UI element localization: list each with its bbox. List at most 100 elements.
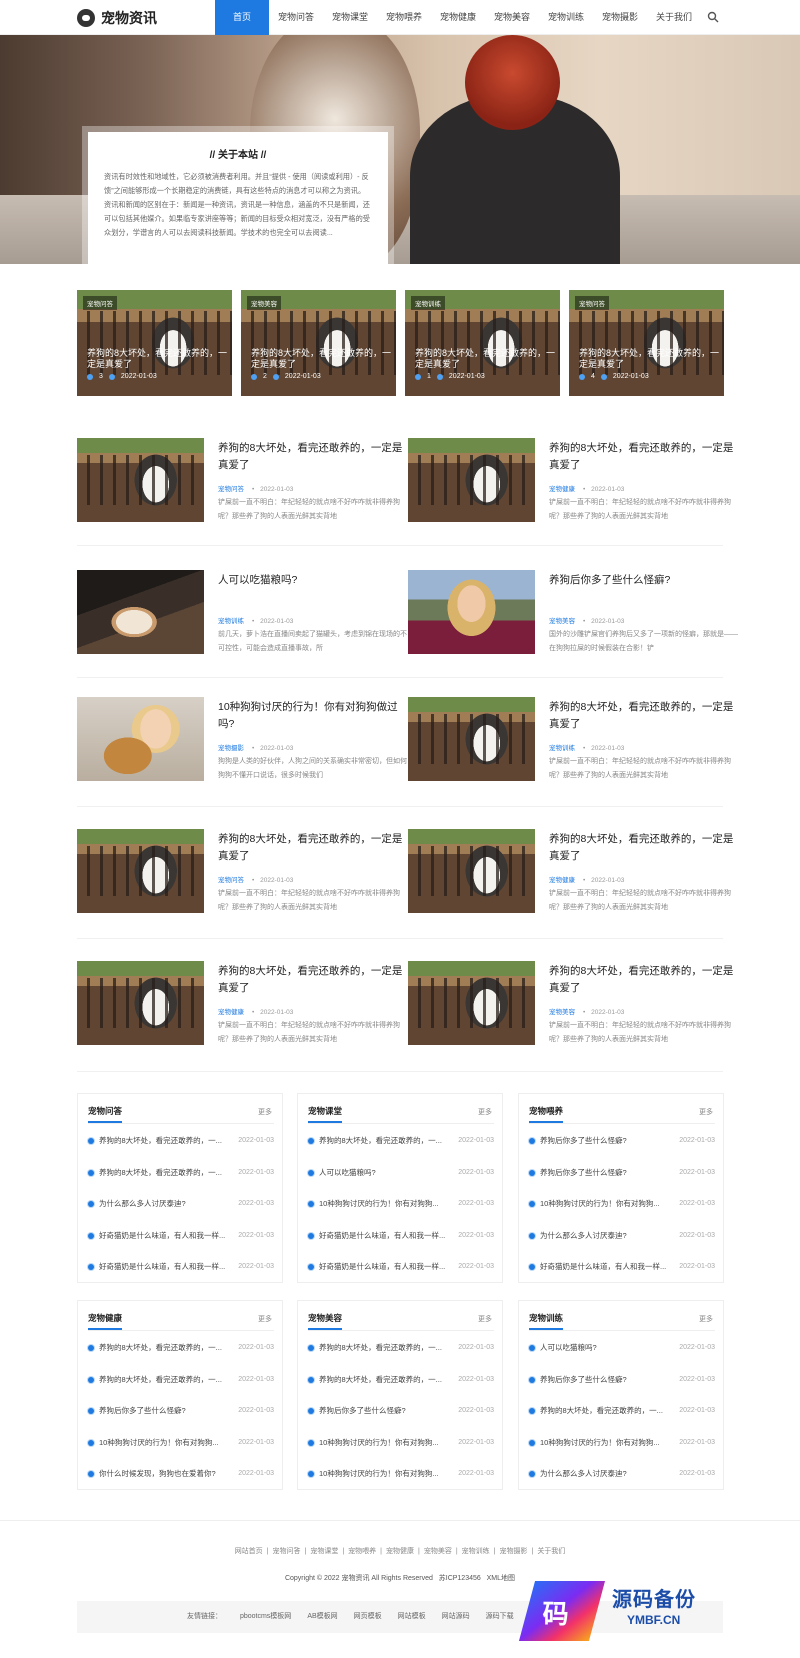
box-list-item[interactable]: 养狗后你多了些什么怪癖? 2022-01-03 [529, 1373, 715, 1387]
featured-card[interactable]: 宠物问答 养狗的8大坏处，看完还敢养的，一定是真爱了 4 2022-01-03 [569, 290, 724, 396]
box-list-item[interactable]: 养狗的8大坏处，看完还敢养的，一... 2022-01-03 [308, 1341, 494, 1355]
box-item-title[interactable]: 人可以吃猫粮吗? [319, 1166, 449, 1180]
box-item-title[interactable]: 养狗的8大坏处，看完还敢养的，一... [99, 1341, 229, 1355]
friend-link[interactable]: pbootcms模板网 [240, 1613, 291, 1620]
box-list-item[interactable]: 为什么那么多人讨厌泰迪? 2022-01-03 [529, 1467, 715, 1481]
nav-item[interactable]: 宠物问答 [269, 0, 323, 35]
box-item-title[interactable]: 好奇猫奶是什么味道，有人和我一样... [319, 1229, 449, 1243]
box-list-item[interactable]: 10种狗狗讨厌的行为！你有对狗狗... 2022-01-03 [529, 1436, 715, 1450]
footer-nav-link[interactable]: 宠物摄影 [499, 1548, 527, 1555]
article-title[interactable]: 养狗的8大坏处，看完还敢养的，一定是真爱了 [549, 831, 739, 865]
article-title[interactable]: 养狗的8大坏处，看完还敢养的，一定是真爱了 [549, 440, 739, 474]
nav-item[interactable]: 首页 [215, 0, 269, 35]
footer-nav-link[interactable]: 宠物训练 [462, 1548, 490, 1555]
box-list-item[interactable]: 好奇猫奶是什么味道，有人和我一样... 2022-01-03 [308, 1260, 494, 1274]
article-thumbnail[interactable] [77, 438, 204, 522]
card-title[interactable]: 养狗的8大坏处，看完还敢养的，一定是真爱了 [415, 348, 555, 370]
box-list-item[interactable]: 养狗后你多了些什么怪癖? 2022-01-03 [529, 1134, 715, 1148]
article-item[interactable]: 养狗的8大坏处，看完还敢养的，一定是真爱了 宠物问答 • 2022-01-03 铲屎前… [77, 829, 407, 913]
box-list-item[interactable]: 养狗的8大坏处，看完还敢养的，一... 2022-01-03 [88, 1341, 274, 1355]
box-item-title[interactable]: 为什么那么多人讨厌泰迪? [540, 1229, 670, 1243]
box-item-title[interactable]: 人可以吃猫粮吗? [540, 1341, 670, 1355]
box-item-title[interactable]: 养狗后你多了些什么怪癖? [540, 1134, 670, 1148]
box-list-item[interactable]: 养狗的8大坏处，看完还敢养的，一... 2022-01-03 [308, 1134, 494, 1148]
box-item-title[interactable]: 10种狗狗讨厌的行为！你有对狗狗... [319, 1467, 449, 1481]
footer-nav-link[interactable]: 宠物美容 [424, 1548, 452, 1555]
article-item[interactable]: 养狗的8大坏处，看完还敢养的，一定是真爱了 宠物健康 • 2022-01-03 铲屎前… [77, 961, 407, 1045]
footer-nav-link[interactable]: 宠物健康 [386, 1548, 414, 1555]
box-item-title[interactable]: 10种狗狗讨厌的行为！你有对狗狗... [540, 1436, 670, 1450]
more-link[interactable]: 更多 [478, 1314, 492, 1324]
box-list-item[interactable]: 养狗的8大坏处，看完还敢养的，一... 2022-01-03 [88, 1166, 274, 1180]
nav-item[interactable]: 宠物摄影 [593, 0, 647, 35]
box-title[interactable]: 宠物喂养 [529, 1105, 564, 1123]
box-list-item[interactable]: 好奇猫奶是什么味道，有人和我一样... 2022-01-03 [88, 1260, 274, 1274]
box-list-item[interactable]: 10种狗狗讨厌的行为！你有对狗狗... 2022-01-03 [308, 1467, 494, 1481]
footer-nav-link[interactable]: 宠物课堂 [310, 1548, 338, 1555]
nav-item[interactable]: 宠物美容 [485, 0, 539, 35]
article-thumbnail[interactable] [77, 570, 204, 654]
card-title[interactable]: 养狗的8大坏处，看完还敢养的，一定是真爱了 [87, 348, 227, 370]
article-category[interactable]: 宠物问答 [218, 486, 244, 493]
article-thumbnail[interactable] [77, 697, 204, 781]
nav-item[interactable]: 宠物课堂 [323, 0, 377, 35]
article-item[interactable]: 养狗的8大坏处，看完还敢养的，一定是真爱了 宠物美容 • 2022-01-03 铲屎前… [408, 961, 738, 1045]
box-list-item[interactable]: 好奇猫奶是什么味道，有人和我一样... 2022-01-03 [88, 1229, 274, 1243]
nav-item[interactable]: 宠物喂养 [377, 0, 431, 35]
nav-item[interactable]: 宠物训练 [539, 0, 593, 35]
article-category[interactable]: 宠物训练 [549, 745, 575, 752]
card-title[interactable]: 养狗的8大坏处，看完还敢养的，一定是真爱了 [579, 348, 719, 370]
article-category[interactable]: 宠物健康 [549, 486, 575, 493]
more-link[interactable]: 更多 [258, 1107, 272, 1117]
more-link[interactable]: 更多 [258, 1314, 272, 1324]
article-title[interactable]: 养狗的8大坏处，看完还敢养的，一定是真爱了 [549, 963, 739, 997]
icp-link[interactable]: 苏ICP123456 [439, 1575, 481, 1582]
box-item-title[interactable]: 10种狗狗讨厌的行为！你有对狗狗... [99, 1436, 229, 1450]
card-category-tag[interactable]: 宠物问答 [83, 296, 117, 310]
box-list-item[interactable]: 10种狗狗讨厌的行为！你有对狗狗... 2022-01-03 [529, 1197, 715, 1211]
friend-link[interactable]: 网站模板 [398, 1613, 426, 1620]
article-item[interactable]: 养狗后你多了些什么怪癖? 宠物美容 • 2022-01-03 国外的沙雕铲屎官们养狗后… [408, 570, 738, 654]
article-category[interactable]: 宠物健康 [549, 877, 575, 884]
footer-nav-link[interactable]: 宠物喂养 [348, 1548, 376, 1555]
card-category-tag[interactable]: 宠物美容 [247, 296, 281, 310]
box-item-title[interactable]: 好奇猫奶是什么味道，有人和我一样... [540, 1260, 670, 1274]
box-list-item[interactable]: 养狗的8大坏处，看完还敢养的，一... 2022-01-03 [88, 1134, 274, 1148]
nav-item[interactable]: 关于我们 [647, 0, 701, 35]
article-item[interactable]: 养狗的8大坏处，看完还敢养的，一定是真爱了 宠物训练 • 2022-01-03 铲屎前… [408, 697, 738, 781]
box-item-title[interactable]: 养狗的8大坏处，看完还敢养的，一... [99, 1166, 229, 1180]
box-item-title[interactable]: 养狗的8大坏处，看完还敢养的，一... [319, 1373, 449, 1387]
box-title[interactable]: 宠物训练 [529, 1312, 564, 1330]
footer-nav-link[interactable]: 宠物问答 [273, 1548, 301, 1555]
friend-link[interactable]: 网页模板 [354, 1613, 382, 1620]
box-item-title[interactable]: 养狗后你多了些什么怪癖? [540, 1166, 670, 1180]
box-list-item[interactable]: 养狗后你多了些什么怪癖? 2022-01-03 [529, 1166, 715, 1180]
more-link[interactable]: 更多 [478, 1107, 492, 1117]
article-title[interactable]: 养狗的8大坏处，看完还敢养的，一定是真爱了 [218, 963, 408, 997]
featured-card[interactable]: 宠物问答 养狗的8大坏处，看完还敢养的，一定是真爱了 3 2022-01-03 [77, 290, 232, 396]
friend-link[interactable]: 源码下载 [486, 1613, 514, 1620]
box-list-item[interactable]: 养狗的8大坏处，看完还敢养的，一... 2022-01-03 [529, 1404, 715, 1418]
box-list-item[interactable]: 养狗后你多了些什么怪癖? 2022-01-03 [308, 1404, 494, 1418]
box-item-title[interactable]: 养狗的8大坏处，看完还敢养的，一... [99, 1373, 229, 1387]
friend-link[interactable]: AB模板网 [307, 1613, 337, 1620]
box-item-title[interactable]: 养狗后你多了些什么怪癖? [540, 1373, 670, 1387]
box-list-item[interactable]: 人可以吃猫粮吗? 2022-01-03 [529, 1341, 715, 1355]
article-thumbnail[interactable] [77, 961, 204, 1045]
card-category-tag[interactable]: 宠物训练 [411, 296, 445, 310]
box-item-title[interactable]: 养狗后你多了些什么怪癖? [99, 1404, 229, 1418]
box-title[interactable]: 宠物美容 [308, 1312, 343, 1330]
box-item-title[interactable]: 为什么那么多人讨厌泰迪? [99, 1197, 229, 1211]
search-icon[interactable] [707, 11, 719, 23]
more-link[interactable]: 更多 [699, 1107, 713, 1117]
article-thumbnail[interactable] [408, 829, 535, 913]
box-title[interactable]: 宠物健康 [88, 1312, 123, 1330]
article-item[interactable]: 养狗的8大坏处，看完还敢养的，一定是真爱了 宠物问答 • 2022-01-03 铲屎前… [77, 438, 407, 522]
article-title[interactable]: 养狗的8大坏处，看完还敢养的，一定是真爱了 [218, 440, 408, 474]
article-title[interactable]: 10种狗狗讨厌的行为！你有对狗狗做过吗? [218, 699, 408, 733]
box-item-title[interactable]: 10种狗狗讨厌的行为！你有对狗狗... [319, 1436, 449, 1450]
article-category[interactable]: 宠物问答 [218, 877, 244, 884]
article-item[interactable]: 养狗的8大坏处，看完还敢养的，一定是真爱了 宠物健康 • 2022-01-03 铲屎前… [408, 438, 738, 522]
nav-item[interactable]: 宠物健康 [431, 0, 485, 35]
box-title[interactable]: 宠物课堂 [308, 1105, 343, 1123]
